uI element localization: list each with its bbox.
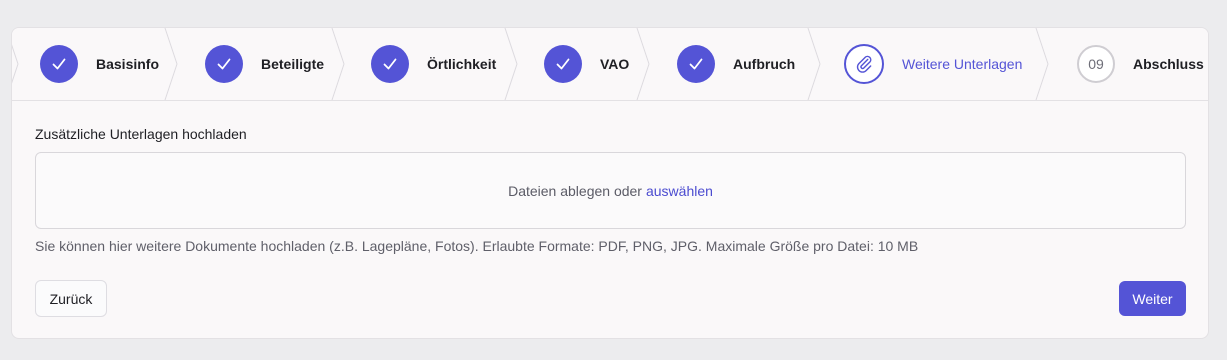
next-button[interactable]: Weiter	[1119, 281, 1186, 316]
check-icon	[544, 45, 582, 83]
step-separator	[636, 28, 650, 100]
check-icon	[40, 45, 78, 83]
check-icon	[371, 45, 409, 83]
step-separator	[504, 28, 518, 100]
stepper: Basisinfo Beteiligte Örtlichkeit VAO Auf…	[12, 28, 1208, 101]
file-dropzone[interactable]: Dateien ablegen oder auswählen	[35, 152, 1186, 229]
step-label: Aufbruch	[733, 56, 796, 72]
step-separator	[12, 44, 19, 84]
step-separator	[807, 28, 821, 100]
dropzone-text: Dateien ablegen oder	[508, 182, 642, 199]
step-separator	[1035, 28, 1049, 100]
upload-title: Zusätzliche Unterlagen hochladen	[35, 126, 247, 142]
step-label: VAO	[600, 56, 630, 72]
step-vao[interactable]: VAO	[544, 28, 629, 100]
step-beteiligte[interactable]: Beteiligte	[205, 28, 324, 100]
back-button[interactable]: Zurück	[35, 280, 107, 317]
step-separator	[164, 28, 178, 100]
step-label: Beteiligte	[261, 56, 325, 72]
step-label: Weitere Unterlagen	[902, 56, 1023, 72]
paperclip-icon	[844, 44, 884, 84]
step-basisinfo[interactable]: Basisinfo	[40, 28, 159, 100]
step-label: Abschluss	[1133, 56, 1204, 72]
wizard-card: Basisinfo Beteiligte Örtlichkeit VAO Auf…	[11, 27, 1209, 339]
check-icon	[205, 45, 243, 83]
check-icon	[677, 45, 715, 83]
select-files-link[interactable]: auswählen	[646, 183, 713, 199]
step-number: 09	[1077, 45, 1115, 83]
step-abschluss[interactable]: 09 Abschluss	[1077, 28, 1204, 100]
step-label: Örtlichkeit	[427, 56, 497, 72]
upload-hint: Sie können hier weitere Dokumente hochla…	[35, 238, 919, 254]
step-aufbruch[interactable]: Aufbruch	[677, 28, 795, 100]
step-oertlichkeit[interactable]: Örtlichkeit	[371, 28, 496, 100]
step-weitere-unterlagen[interactable]: Weitere Unterlagen	[844, 28, 1022, 100]
step-separator	[331, 28, 345, 100]
step-label: Basisinfo	[96, 56, 160, 72]
